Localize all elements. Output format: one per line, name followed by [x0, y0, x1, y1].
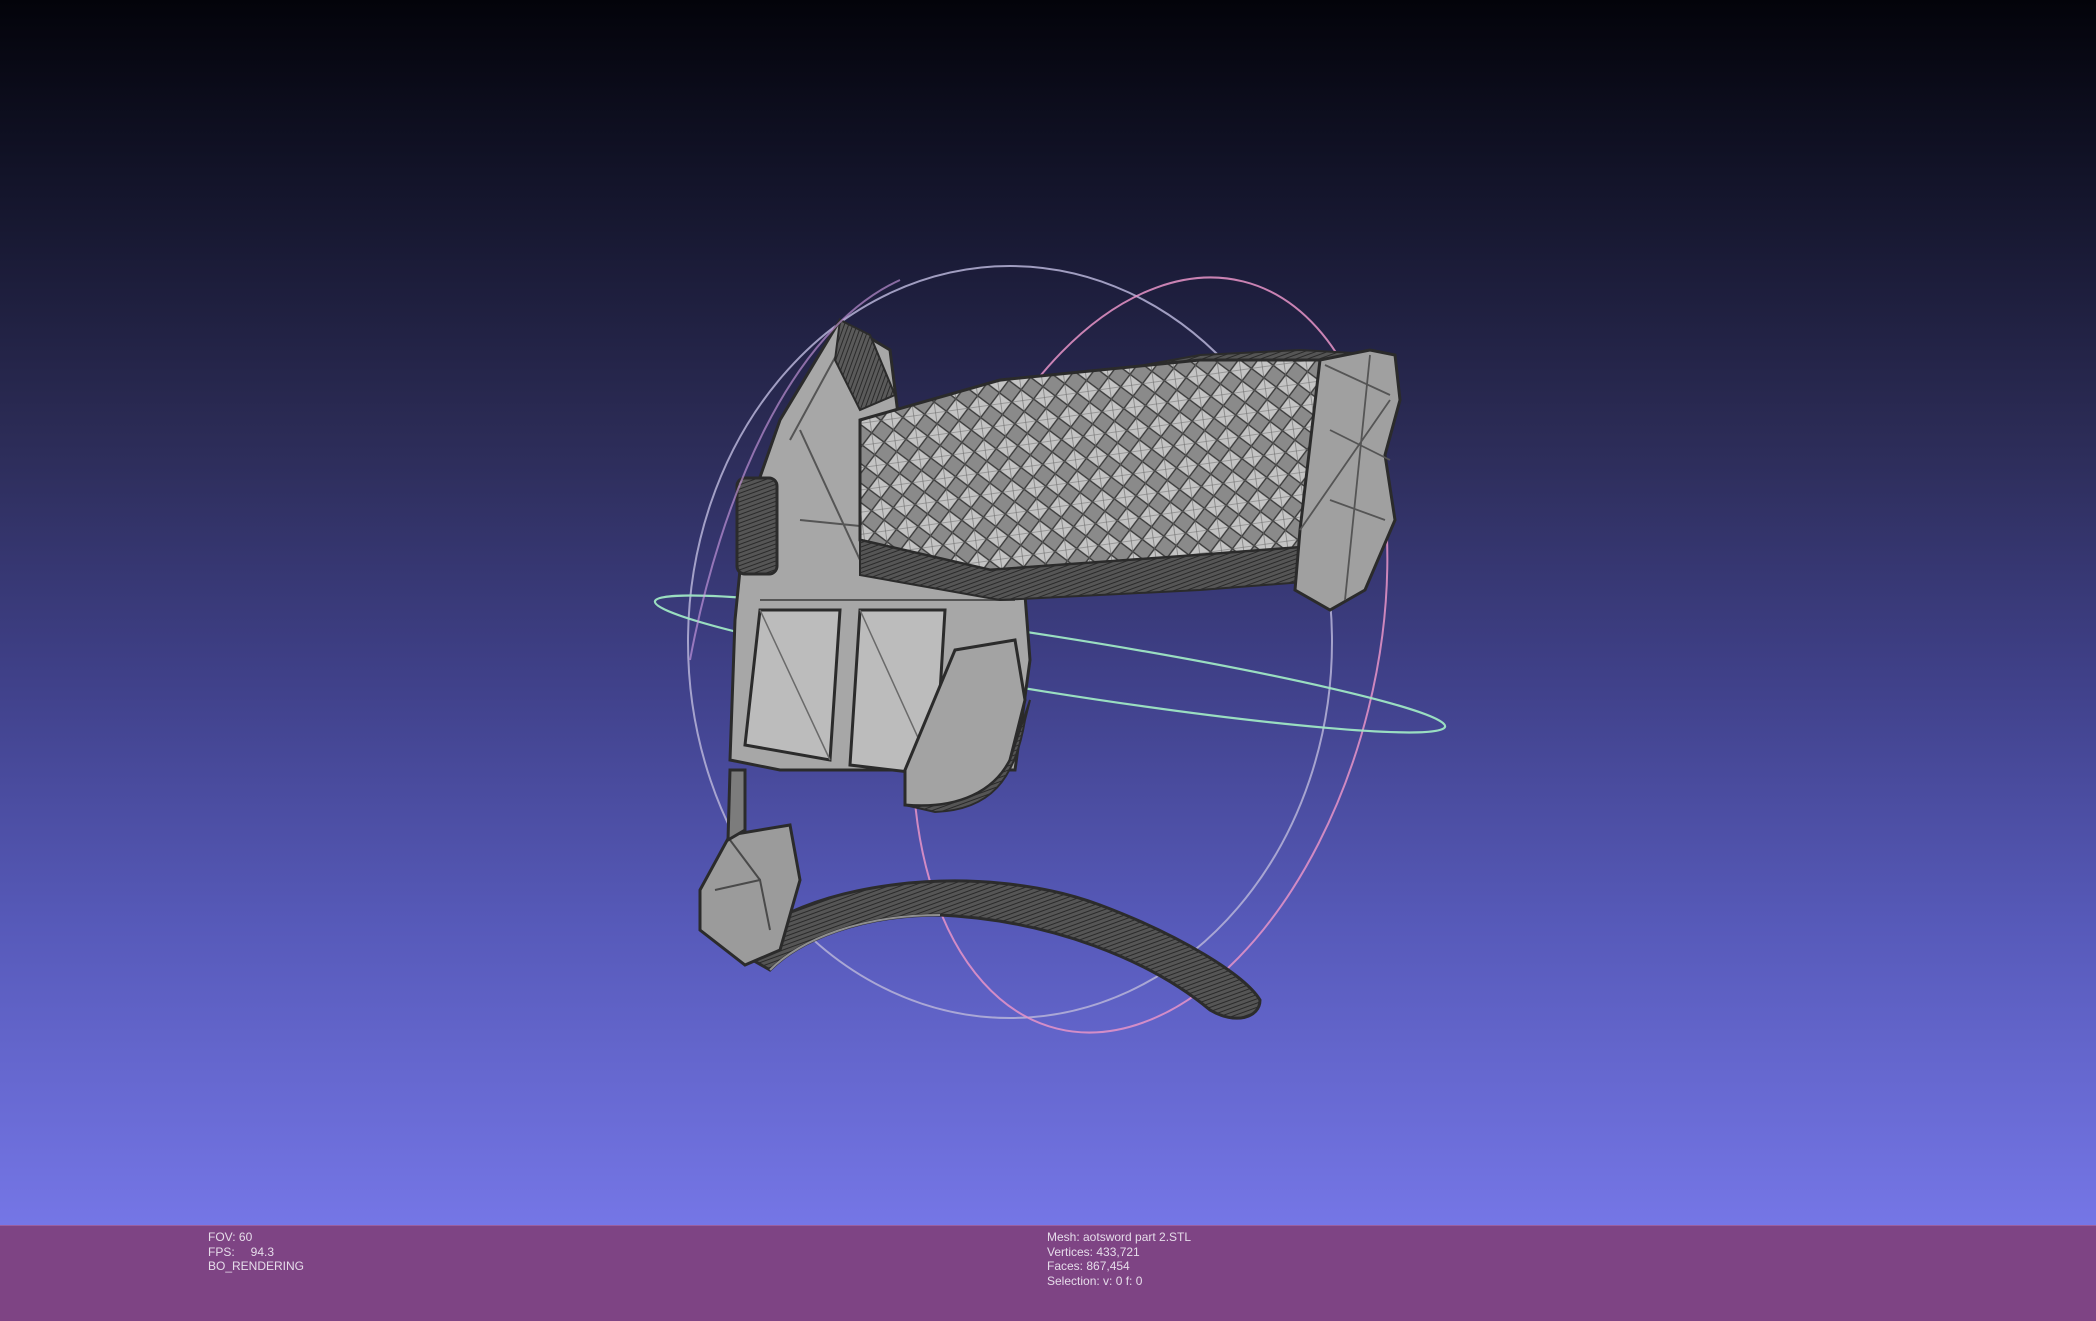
grip-diamond [858, 358, 1332, 572]
side-knob [735, 476, 779, 576]
fps-label: FPS: [208, 1244, 235, 1259]
render-info: FOV: 60 FPS: 94.3 BO_RENDERING [208, 1230, 304, 1274]
vertex-count: Vertices: 433,721 [1047, 1244, 1140, 1259]
status-bar: FOV: 60 FPS: 94.3 BO_RENDERING Mesh: aots… [0, 1225, 2096, 1321]
mesh-info: Mesh: aotsword part 2.STL Vertices: 433,… [1047, 1230, 1191, 1288]
fov-label: FOV: 60 [208, 1230, 253, 1244]
fps-value: 94.3 [250, 1244, 275, 1259]
selection-info: Selection: v: 0 f: 0 [1047, 1273, 1143, 1288]
window-left [743, 608, 842, 762]
face-count: Faces: 867,454 [1047, 1259, 1130, 1273]
mesh-model[interactable] [698, 317, 1402, 1020]
fps-readout: FPS: 94.3 [208, 1245, 304, 1260]
3d-viewport[interactable] [0, 0, 2096, 1225]
scene-canvas[interactable] [0, 0, 2096, 1225]
render-mode: BO_RENDERING [208, 1259, 305, 1273]
mesh-name: Mesh: aotsword part 2.STL [1047, 1230, 1192, 1244]
